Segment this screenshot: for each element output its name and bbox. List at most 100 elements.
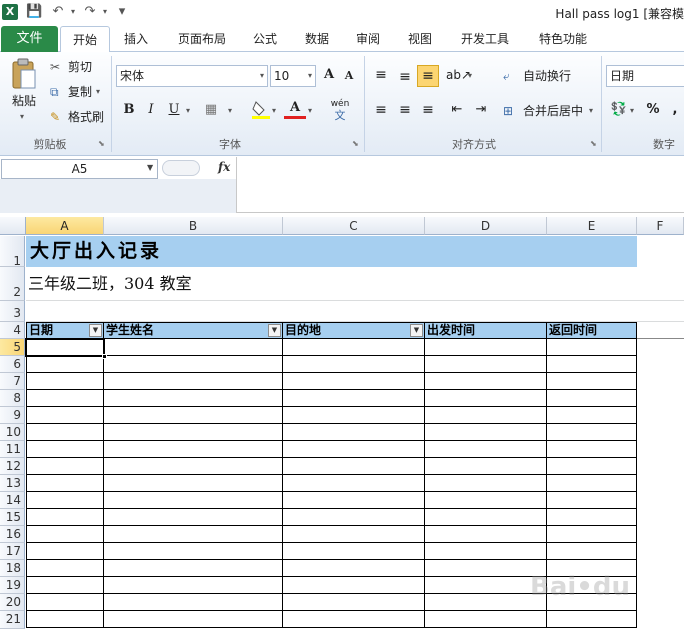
cut-icon[interactable]: ✂ bbox=[50, 58, 60, 76]
table-cell[interactable] bbox=[547, 492, 637, 509]
font-size-combo[interactable]: 10 ▾ bbox=[270, 65, 316, 87]
formula-bar-resize-handle[interactable] bbox=[162, 160, 200, 176]
table-cell[interactable] bbox=[26, 492, 104, 509]
active-cell-a5[interactable] bbox=[25, 338, 107, 359]
italic-button[interactable]: I bbox=[140, 100, 162, 122]
accounting-dropdown-icon[interactable]: ▾ bbox=[630, 102, 634, 120]
row-header-21[interactable]: 21 bbox=[0, 611, 25, 629]
redo-dropdown-icon[interactable]: ▾ bbox=[100, 4, 110, 20]
table-cell[interactable] bbox=[425, 339, 547, 356]
select-all-corner[interactable] bbox=[0, 217, 26, 235]
row-header-12[interactable]: 12 bbox=[0, 458, 25, 475]
format-painter-button[interactable]: 格式刷 bbox=[68, 108, 104, 126]
format-painter-icon[interactable]: ✎ bbox=[50, 108, 60, 126]
row-header-13[interactable]: 13 bbox=[0, 475, 25, 492]
table-cell[interactable] bbox=[425, 441, 547, 458]
font-name-dropdown-icon[interactable]: ▾ bbox=[260, 66, 264, 86]
table-cell[interactable] bbox=[26, 611, 104, 628]
filter-dropdown-icon[interactable]: ▼ bbox=[410, 324, 423, 337]
row-header-8[interactable]: 8 bbox=[0, 390, 25, 407]
table-cell[interactable] bbox=[425, 424, 547, 441]
table-cell[interactable] bbox=[26, 441, 104, 458]
font-name-combo[interactable]: 宋体 ▾ bbox=[116, 65, 268, 87]
font-color-dropdown-icon[interactable]: ▾ bbox=[308, 102, 312, 120]
table-cell[interactable] bbox=[26, 424, 104, 441]
table-cell[interactable] bbox=[104, 373, 283, 390]
border-icon[interactable]: ▦ bbox=[200, 100, 222, 122]
tab-special-features[interactable]: 特色功能 bbox=[530, 26, 596, 52]
table-cell[interactable] bbox=[26, 458, 104, 475]
tab-data[interactable]: 数据 bbox=[296, 26, 338, 52]
table-cell[interactable] bbox=[104, 543, 283, 560]
orientation-icon[interactable]: ab↗ bbox=[446, 65, 471, 87]
table-cell[interactable] bbox=[283, 390, 425, 407]
table-cell[interactable] bbox=[283, 492, 425, 509]
shrink-font-button[interactable]: A bbox=[338, 66, 360, 88]
formula-input[interactable] bbox=[238, 157, 684, 213]
fill-color-button[interactable] bbox=[250, 98, 272, 120]
table-cell[interactable] bbox=[425, 577, 547, 594]
table-header-date[interactable]: 日期 ▼ bbox=[26, 322, 104, 339]
clipboard-launcher-icon[interactable]: ⬊ bbox=[98, 139, 105, 148]
paste-button[interactable] bbox=[8, 58, 38, 90]
table-cell[interactable] bbox=[283, 373, 425, 390]
table-cell[interactable] bbox=[104, 594, 283, 611]
table-cell[interactable] bbox=[104, 458, 283, 475]
row-header-11[interactable]: 11 bbox=[0, 441, 25, 458]
table-cell[interactable] bbox=[547, 611, 637, 628]
customize-qat-icon[interactable]: ▾ bbox=[116, 4, 128, 20]
table-cell[interactable] bbox=[104, 526, 283, 543]
table-cell[interactable] bbox=[283, 577, 425, 594]
name-box-dropdown-icon[interactable]: ▼ bbox=[147, 163, 153, 172]
table-cell[interactable] bbox=[425, 373, 547, 390]
table-cell[interactable] bbox=[26, 543, 104, 560]
column-header-e[interactable]: E bbox=[547, 217, 637, 235]
merge-center-icon[interactable]: ⊞ bbox=[503, 102, 513, 120]
filter-dropdown-icon[interactable]: ▼ bbox=[268, 324, 281, 337]
table-cell[interactable] bbox=[283, 339, 425, 356]
row-header-4[interactable]: 4 bbox=[0, 322, 25, 339]
row-header-19[interactable]: 19 bbox=[0, 577, 25, 594]
table-cell[interactable] bbox=[104, 560, 283, 577]
table-cell[interactable] bbox=[425, 526, 547, 543]
row-header-17[interactable]: 17 bbox=[0, 543, 25, 560]
table-header-return-time[interactable]: 返回时间 bbox=[547, 322, 637, 339]
accounting-format-icon[interactable]: 💱 bbox=[608, 100, 630, 122]
table-cell[interactable] bbox=[104, 577, 283, 594]
table-header-departure-time[interactable]: 出发时间 bbox=[425, 322, 547, 339]
worksheet-grid[interactable]: A B C D E F 1 2 3 4 5 6 7 8 9 10 11 12 1… bbox=[0, 217, 684, 629]
table-cell[interactable] bbox=[283, 543, 425, 560]
row-header-5[interactable]: 5 bbox=[0, 339, 25, 356]
table-cell[interactable] bbox=[283, 594, 425, 611]
table-cell[interactable] bbox=[104, 441, 283, 458]
table-cell[interactable] bbox=[26, 594, 104, 611]
wrap-text-button[interactable]: 自动换行 bbox=[523, 67, 571, 85]
table-cell[interactable] bbox=[547, 373, 637, 390]
table-cell[interactable] bbox=[104, 356, 283, 373]
insert-function-icon[interactable]: fx bbox=[218, 160, 230, 174]
table-header-destination[interactable]: 目的地 ▼ bbox=[283, 322, 425, 339]
sheet-title[interactable]: 大厅出入记录 bbox=[26, 236, 637, 267]
table-cell[interactable] bbox=[104, 339, 283, 356]
sheet-subtitle[interactable]: 三年级二班，304 教室 bbox=[26, 267, 426, 301]
align-left-icon[interactable]: ≡ bbox=[370, 100, 392, 122]
save-icon[interactable]: 💾 bbox=[26, 4, 42, 20]
table-cell[interactable] bbox=[104, 424, 283, 441]
tab-view[interactable]: 视图 bbox=[399, 26, 441, 52]
table-cell[interactable] bbox=[547, 509, 637, 526]
table-cell[interactable] bbox=[283, 611, 425, 628]
tab-file[interactable]: 文件 bbox=[1, 26, 58, 52]
table-cell[interactable] bbox=[547, 458, 637, 475]
table-cell[interactable] bbox=[425, 560, 547, 577]
filter-dropdown-icon[interactable]: ▼ bbox=[89, 324, 102, 337]
table-cell[interactable] bbox=[26, 390, 104, 407]
font-color-button[interactable]: A bbox=[284, 98, 306, 119]
table-cell[interactable] bbox=[283, 560, 425, 577]
table-cell[interactable] bbox=[26, 577, 104, 594]
align-top-icon[interactable]: ≡ bbox=[370, 65, 392, 87]
copy-button[interactable]: 复制 bbox=[68, 83, 92, 101]
excel-logo-icon[interactable]: X bbox=[2, 4, 18, 20]
table-cell[interactable] bbox=[425, 407, 547, 424]
table-cell[interactable] bbox=[547, 424, 637, 441]
table-cell[interactable] bbox=[104, 509, 283, 526]
